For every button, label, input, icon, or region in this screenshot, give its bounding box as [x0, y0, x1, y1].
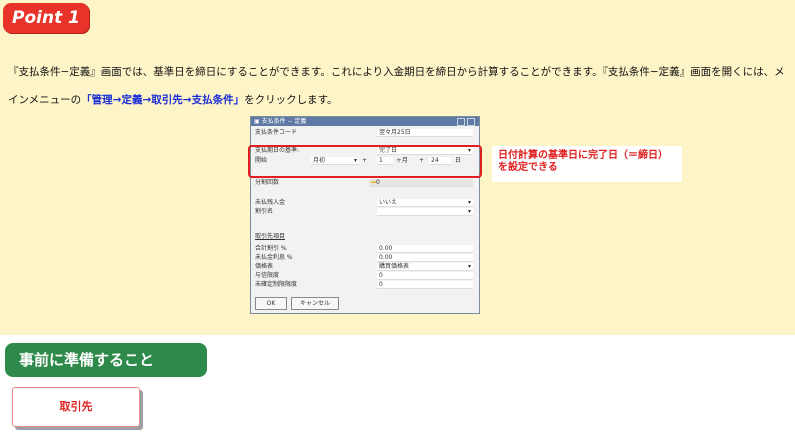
pricelist-select[interactable]: 購買価格表 ▾ [377, 263, 473, 271]
discount-select[interactable]: ▾ [377, 208, 473, 216]
callout-text: 日付計算の基準日に完了日（＝締日）を設定できる [492, 146, 682, 182]
minimize-icon[interactable] [457, 118, 465, 126]
description-text: 『支払条件−定義』画面では、基準日を締日にすることができます。これにより入金期日… [8, 58, 788, 114]
credit-limit-field[interactable]: 0 [377, 272, 473, 280]
total-discount-label: 合計割引 % [255, 245, 287, 252]
code-label: 支払条件コード [255, 129, 298, 136]
interest-field[interactable]: 0.00 [377, 254, 473, 262]
installments-value: 0 [376, 179, 380, 186]
highlight-frame [248, 145, 482, 178]
open-receipt-select[interactable]: いいえ ▾ [377, 199, 473, 207]
window-icon: ▣ [254, 118, 262, 125]
open-receipt-label: 未払残入金 [255, 199, 286, 206]
discount-label: 割引名 [255, 208, 274, 215]
chevron-down-icon: ▾ [467, 199, 471, 206]
close-icon[interactable] [467, 118, 475, 126]
chevron-down-icon: ▾ [467, 208, 471, 215]
total-discount-field[interactable]: 0.00 [377, 245, 473, 253]
description-part2: をクリックします。 [244, 94, 338, 106]
vendor-box[interactable]: 取引先 [12, 387, 140, 427]
installments-label: 分割回数 [255, 179, 280, 186]
pricelist-value: 購買価格表 [379, 263, 410, 270]
ok-button[interactable]: OK [255, 297, 287, 310]
installments-field[interactable]: ➡0 [369, 179, 473, 187]
interest-label: 未払金利息 % [255, 254, 293, 261]
credit-limit-label: 与信限度 [255, 272, 280, 279]
commit-limit-field[interactable]: 0 [377, 281, 473, 289]
code-field[interactable]: 翌々月25日 [377, 129, 473, 137]
chevron-down-icon: ▾ [467, 263, 471, 270]
cancel-button[interactable]: キャンセル [291, 297, 339, 310]
pricelist-label: 価格表 [255, 263, 274, 270]
window-title: 支払条件 − 定義 [261, 118, 307, 125]
section-label: 取引先項目 [255, 233, 286, 240]
commit-limit-label: 未確定制限限度 [255, 281, 298, 288]
prep-banner: 事前に準備すること [5, 343, 207, 377]
window-titlebar: ▣ 支払条件 − 定義 [251, 117, 479, 126]
open-receipt-value: いいえ [379, 199, 398, 206]
menu-path-link: 「管理→定義→取引先→支払条件」 [81, 94, 245, 106]
point-badge: Point 1 [3, 3, 89, 33]
